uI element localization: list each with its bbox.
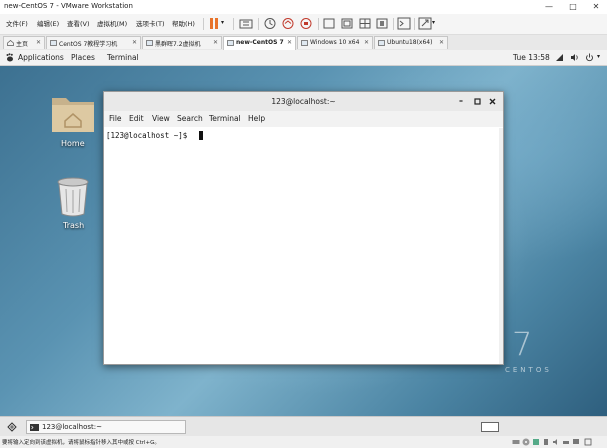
centos-logo-number: 7 (512, 325, 533, 363)
thumbnail-icon[interactable] (358, 17, 372, 30)
menu-tabs[interactable]: 选项卡(T) (136, 18, 165, 28)
terminal-menu-terminal[interactable]: Terminal (209, 114, 241, 123)
home-folder-icon[interactable] (50, 90, 96, 136)
tab-new-centos7[interactable]: new-CentOS 7 ✕ (223, 36, 296, 50)
chevron-down-icon[interactable]: ▾ (597, 53, 600, 60)
tab-synology-vm[interactable]: 黑群晖7.2虚拟机 ✕ (142, 36, 222, 49)
terminal-maximize-button[interactable] (474, 98, 481, 105)
vm-icon (301, 40, 308, 46)
pause-icon[interactable] (207, 17, 221, 30)
message-icon[interactable] (584, 438, 592, 446)
usb-icon[interactable] (542, 438, 550, 446)
terminal-menu-help[interactable]: Help (248, 114, 265, 123)
send-keys-icon[interactable] (239, 17, 253, 30)
terminal-minimize-button[interactable]: – (459, 96, 463, 105)
menu-help[interactable]: 帮助(H) (172, 18, 195, 28)
terminal-title: 123@localhost:~ (271, 97, 336, 106)
volume-icon[interactable] (570, 53, 579, 62)
snapshot-manager-icon[interactable] (299, 17, 313, 30)
terminal-cursor (199, 131, 203, 140)
vmware-tabbar: 主页 ✕ CentOS 7教程学习机 ✕ 黑群晖7.2虚拟机 ✕ new-Cen… (0, 35, 607, 51)
gnome-foot-icon (6, 53, 13, 62)
terminal-menu-search[interactable]: Search (177, 114, 203, 123)
gnome-top-bar: Applications Places Terminal Tue 13:58 ▾ (0, 50, 607, 66)
vmware-statusbar: 要将输入定向到该虚拟机，请将鼠标指针移入其中或按 Ctrl+G。 (0, 436, 607, 448)
show-desktop-icon[interactable] (7, 422, 17, 432)
stretch-guest-icon[interactable] (418, 17, 432, 30)
terminal-scrollbar[interactable] (499, 128, 503, 364)
places-menu[interactable]: Places (71, 53, 95, 62)
applications-menu[interactable]: Applications (18, 53, 64, 62)
sound-card-icon[interactable] (552, 438, 560, 446)
terminal-close-button[interactable] (489, 98, 496, 105)
menu-view[interactable]: 查看(V) (67, 18, 90, 28)
network-icon[interactable] (555, 53, 564, 62)
workspace-switcher[interactable] (481, 422, 499, 432)
clock[interactable]: Tue 13:58 (513, 53, 550, 62)
close-icon[interactable]: ✕ (36, 39, 41, 46)
terminal-menu-file[interactable]: File (109, 114, 122, 123)
terminal-app-menu[interactable]: Terminal (107, 53, 139, 62)
guest-desktop[interactable]: Applications Places Terminal Tue 13:58 ▾… (0, 50, 607, 416)
vm-icon (227, 40, 234, 46)
tab-centos7-study[interactable]: CentOS 7教程学习机 ✕ (46, 36, 141, 49)
network-adapter-icon[interactable] (532, 438, 540, 446)
centos-logo-text: CENTOS (505, 366, 552, 374)
tab-windows10[interactable]: Windows 10 x64 ✕ (297, 36, 373, 49)
window-title: new-CentOS 7 - VMware Workstation (4, 2, 133, 10)
full-screen-icon[interactable] (322, 17, 336, 30)
snapshot-icon[interactable] (263, 17, 277, 30)
display-icon[interactable] (572, 438, 580, 446)
menu-file[interactable]: 文件(F) (6, 18, 28, 28)
vm-icon (146, 40, 153, 46)
maximize-button[interactable]: □ (562, 0, 584, 14)
status-message: 要将输入定向到该虚拟机，请将鼠标指针移入其中或按 Ctrl+G。 (2, 440, 160, 446)
vm-icon (50, 40, 57, 46)
printer-icon[interactable] (562, 438, 570, 446)
close-button[interactable]: ✕ (585, 0, 607, 14)
tab-home[interactable]: 主页 ✕ (3, 36, 45, 49)
close-icon[interactable]: ✕ (287, 39, 292, 46)
close-icon[interactable]: ✕ (213, 39, 218, 46)
terminal-prompt: [123@localhost ~]$ (106, 131, 192, 140)
vm-icon (378, 40, 385, 46)
fit-window-icon[interactable] (375, 17, 389, 30)
vmware-menubar: 文件(F) 编辑(E) 查看(V) 虚拟机(M) 选项卡(T) 帮助(H) ▾ … (0, 14, 607, 35)
unity-icon[interactable] (340, 17, 354, 30)
chevron-down-icon[interactable]: ▾ (432, 19, 435, 26)
cd-dvd-icon[interactable] (522, 438, 530, 446)
tab-ubuntu18[interactable]: Ubuntu18(x64) ✕ (374, 36, 448, 49)
revert-snapshot-icon[interactable] (281, 17, 295, 30)
trash-icon[interactable] (55, 175, 91, 217)
console-view-icon[interactable] (397, 17, 411, 30)
menu-edit[interactable]: 编辑(E) (37, 18, 59, 28)
terminal-window[interactable]: 123@localhost:~ – File Edit View Search … (103, 91, 504, 365)
taskbar-item-terminal[interactable]: 123@localhost:~ (26, 420, 186, 434)
home-icon (7, 40, 14, 46)
chevron-down-icon[interactable]: ▾ (221, 19, 224, 26)
gnome-bottom-bar: 123@localhost:~ (0, 416, 607, 437)
minimize-button[interactable]: — (538, 0, 560, 14)
menu-vm[interactable]: 虚拟机(M) (97, 18, 127, 28)
trash-icon-label: Trash (63, 221, 85, 230)
power-icon[interactable] (585, 53, 594, 62)
terminal-menu-view[interactable]: View (152, 114, 170, 123)
hard-disk-icon[interactable] (512, 438, 520, 446)
vmware-titlebar: new-CentOS 7 - VMware Workstation — □ ✕ (0, 0, 607, 14)
terminal-icon (30, 424, 39, 431)
close-icon[interactable]: ✕ (439, 39, 444, 46)
terminal-output[interactable]: [123@localhost ~]$ (104, 128, 503, 364)
close-icon[interactable]: ✕ (364, 39, 369, 46)
home-icon-label: Home (61, 139, 85, 148)
terminal-menu-edit[interactable]: Edit (129, 114, 144, 123)
terminal-menubar: File Edit View Search Terminal Help (104, 111, 503, 127)
close-icon[interactable]: ✕ (132, 39, 137, 46)
terminal-titlebar[interactable]: 123@localhost:~ (104, 92, 503, 112)
